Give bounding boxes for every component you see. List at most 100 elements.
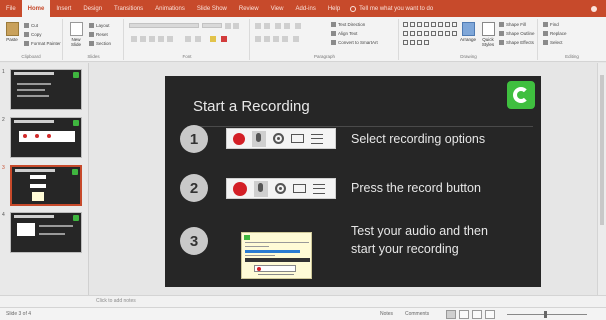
tab-home[interactable]: Home [21,0,51,17]
thumbnail-number: 2 [2,117,5,123]
slide-thumbnail-1[interactable] [10,69,82,110]
replace-button[interactable]: Replace [543,31,567,36]
normal-view-icon[interactable] [446,310,456,319]
shape-icon[interactable] [438,22,443,27]
shape-icon[interactable] [403,31,408,36]
tab-design[interactable]: Design [77,0,108,17]
shape-fill-button[interactable]: Shape Fill [499,22,526,27]
slide-thumbnail-3[interactable] [10,165,82,206]
shape-effects-button[interactable]: Shape Effects [499,40,534,45]
slide-thumbnail-4[interactable] [10,212,82,253]
underline-icon[interactable] [149,36,155,42]
shape-icon[interactable] [424,40,429,45]
reset-button[interactable]: Reset [89,32,108,37]
effects-icon [499,40,504,45]
line-spacing-icon[interactable] [295,23,301,29]
change-case-icon[interactable] [195,36,201,42]
shape-icon[interactable] [431,31,436,36]
highlight-icon[interactable] [210,36,216,42]
shape-icon[interactable] [424,31,429,36]
shape-icon[interactable] [410,40,415,45]
tab-animations[interactable]: Animations [149,0,191,17]
align-right-icon[interactable] [273,36,279,42]
shape-icon[interactable] [417,31,422,36]
decrease-font-icon[interactable] [233,23,239,29]
italic-icon[interactable] [140,36,146,42]
tab-help[interactable]: Help [322,0,346,17]
shape-icon[interactable] [417,22,422,27]
font-family-dropdown[interactable] [129,23,199,28]
tab-insert[interactable]: Insert [50,0,77,17]
start-recording-button-image [254,265,296,272]
justify-icon[interactable] [282,36,288,42]
layout-button[interactable]: Layout [89,23,110,28]
zoom-slider-handle[interactable] [544,311,547,318]
shape-icon[interactable] [445,22,450,27]
smartart-button[interactable]: Convert to SmartArt [331,40,378,45]
copy-label: Copy [31,32,42,37]
screen-icon [293,184,306,193]
columns-icon[interactable] [293,36,299,42]
numbering-icon[interactable] [264,23,270,29]
bullets-icon[interactable] [255,23,261,29]
strikethrough-icon[interactable] [158,36,164,42]
shape-icon[interactable] [417,40,422,45]
increase-font-icon[interactable] [225,23,231,29]
title-divider [187,126,533,127]
shape-icon[interactable] [410,22,415,27]
slide-thumbnail-2[interactable] [10,117,82,158]
shape-icon[interactable] [452,31,457,36]
cut-button[interactable]: Cut [24,23,38,28]
comments-toggle[interactable]: Comments [405,311,429,317]
shape-icon[interactable] [410,31,415,36]
align-center-icon[interactable] [264,36,270,42]
current-slide[interactable]: Start a Recording 1 Select recording opt… [165,76,541,287]
shape-icon[interactable] [403,22,408,27]
char-spacing-icon[interactable] [185,36,191,42]
status-bar: Slide 3 of 4 Notes Comments [0,307,606,320]
shape-icon[interactable] [431,22,436,27]
shape-outline-button[interactable]: Shape Outline [499,31,535,36]
share-button[interactable] [591,0,606,17]
increase-indent-icon[interactable] [284,23,290,29]
tab-add-ins[interactable]: Add-ins [289,0,321,17]
select-button[interactable]: Select [543,40,563,45]
shape-icon[interactable] [403,40,408,45]
tab-slide-show[interactable]: Slide Show [191,0,233,17]
tab-view[interactable]: View [265,0,290,17]
shapes-gallery[interactable] [403,22,457,48]
reading-view-icon[interactable] [472,310,482,319]
zoom-slider[interactable] [507,314,587,315]
shape-icon[interactable] [424,22,429,27]
slide-show-icon[interactable] [485,310,495,319]
copy-button[interactable]: Copy [24,32,42,37]
find-button[interactable]: Find [543,22,559,27]
shadow-icon[interactable] [167,36,173,42]
decrease-indent-icon[interactable] [275,23,281,29]
tab-transitions[interactable]: Transitions [108,0,149,17]
section-button[interactable]: Section [89,41,111,46]
tell-me-box[interactable]: Tell me what you want to do [346,0,433,17]
shape-icon[interactable] [452,22,457,27]
slide-title[interactable]: Start a Recording [193,98,310,115]
arrange-button[interactable]: Arrange [458,21,478,49]
notes-pane[interactable]: Click to add notes [0,295,606,307]
quick-styles-button[interactable]: Quick Styles [478,21,498,49]
align-text-button[interactable]: Align Text [331,31,357,36]
notes-toggle[interactable]: Notes [380,311,393,317]
vertical-scrollbar[interactable] [597,63,606,295]
font-size-dropdown[interactable] [202,23,222,28]
font-color-icon[interactable] [221,36,227,42]
tab-file[interactable]: File [0,0,22,17]
slide-sorter-icon[interactable] [459,310,469,319]
shape-icon[interactable] [438,31,443,36]
align-left-icon[interactable] [255,36,261,42]
text-direction-button[interactable]: Text Direction [331,22,365,27]
shape-icon[interactable] [445,31,450,36]
format-painter-button[interactable]: Format Painter [24,41,61,46]
scrollbar-thumb[interactable] [600,75,604,225]
new-slide-button[interactable]: New Slide [66,21,86,49]
tab-review[interactable]: Review [233,0,265,17]
bold-icon[interactable] [131,36,137,42]
paste-button[interactable]: Paste [2,21,22,49]
